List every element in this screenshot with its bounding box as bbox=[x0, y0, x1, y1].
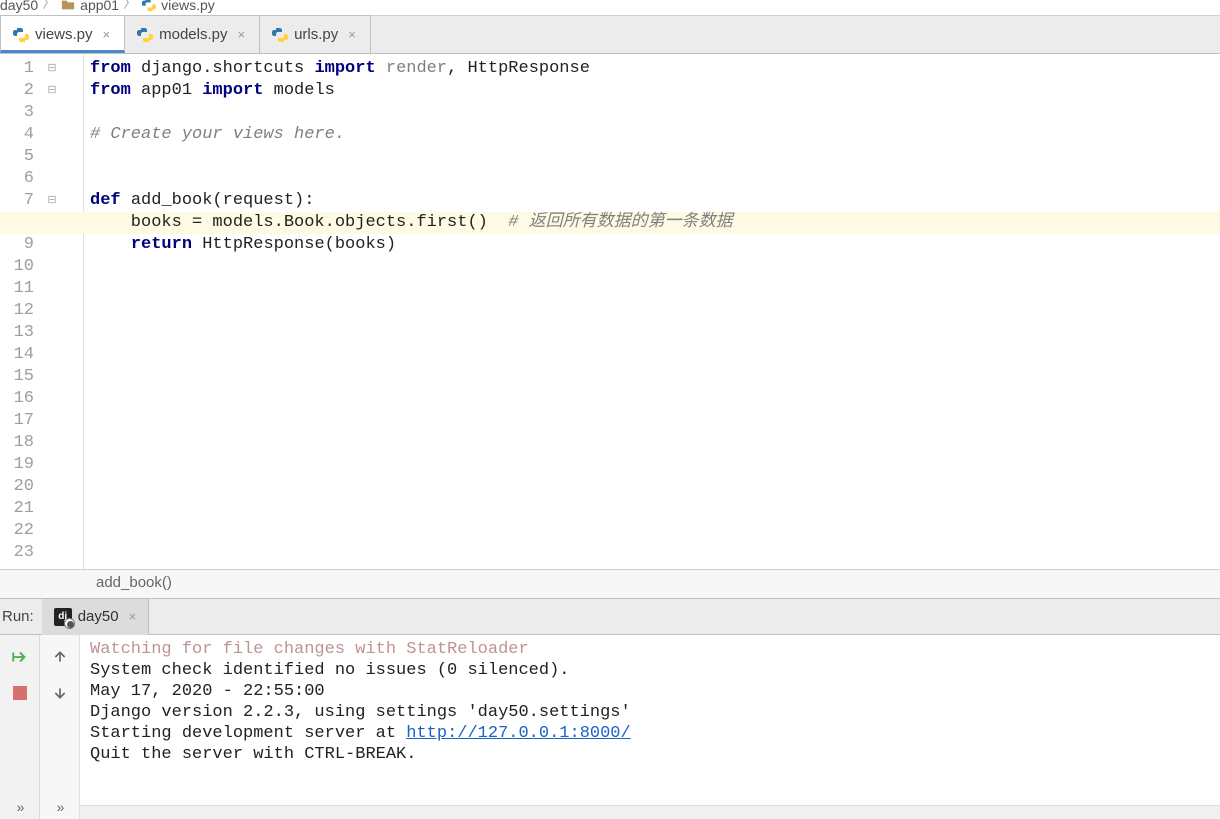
code-content[interactable]: from django.shortcuts import render, Htt… bbox=[84, 54, 1220, 569]
breadcrumb: day50 〉 app01 〉 views.py bbox=[0, 0, 1220, 16]
line-number-gutter: 1234567891011121314151617181920212223 bbox=[0, 54, 44, 569]
fold-gutter: ⊟⊟⊟ bbox=[44, 54, 60, 569]
tab-label: models.py bbox=[159, 26, 227, 43]
close-icon[interactable]: × bbox=[238, 27, 246, 42]
breadcrumb-label: day50 bbox=[0, 0, 38, 13]
more-icon[interactable]: » bbox=[48, 795, 72, 819]
scroll-up-icon[interactable] bbox=[48, 645, 72, 669]
close-icon[interactable]: × bbox=[348, 27, 356, 42]
run-label: Run: bbox=[0, 608, 42, 625]
code-editor[interactable]: 1234567891011121314151617181920212223 ⊟⊟… bbox=[0, 54, 1220, 569]
python-file-icon bbox=[137, 27, 153, 43]
scroll-down-icon[interactable] bbox=[48, 681, 72, 705]
tab-urls[interactable]: urls.py × bbox=[259, 15, 371, 53]
python-file-icon bbox=[272, 27, 288, 43]
breadcrumb-item[interactable]: app01 bbox=[60, 0, 119, 13]
tab-label: views.py bbox=[35, 26, 93, 43]
editor-tabs: views.py × models.py × urls.py × bbox=[0, 16, 1220, 54]
run-header: Run: dj day50 × bbox=[0, 599, 1220, 635]
run-toolbar-inner: » bbox=[40, 635, 80, 819]
python-file-icon bbox=[141, 0, 157, 13]
folder-icon bbox=[60, 0, 76, 13]
breadcrumb-separator: 〉 bbox=[123, 0, 137, 13]
breadcrumb-label: views.py bbox=[161, 0, 215, 13]
tab-views[interactable]: views.py × bbox=[0, 15, 125, 53]
run-config-label: day50 bbox=[78, 608, 119, 625]
run-toolbar-left: » bbox=[0, 635, 40, 819]
breadcrumb-separator: 〉 bbox=[42, 0, 56, 13]
close-icon[interactable]: × bbox=[103, 27, 111, 42]
run-tool-window: Run: dj day50 × » » bbox=[0, 599, 1220, 819]
console-output[interactable]: Watching for file changes with StatReloa… bbox=[80, 635, 1220, 801]
tab-models[interactable]: models.py × bbox=[124, 15, 260, 53]
django-icon: dj bbox=[54, 608, 72, 626]
rerun-icon[interactable] bbox=[8, 645, 32, 669]
close-icon[interactable]: × bbox=[129, 609, 137, 624]
breadcrumb-item[interactable]: day50 bbox=[0, 0, 38, 13]
stop-icon[interactable] bbox=[8, 681, 32, 705]
more-icon[interactable]: » bbox=[8, 795, 32, 819]
horizontal-scrollbar[interactable] bbox=[80, 805, 1220, 819]
breadcrumb-item[interactable]: views.py bbox=[141, 0, 215, 13]
breadcrumb-label: app01 bbox=[80, 0, 119, 13]
tab-label: urls.py bbox=[294, 26, 338, 43]
console-link[interactable]: http://127.0.0.1:8000/ bbox=[406, 724, 630, 743]
run-config-tab[interactable]: dj day50 × bbox=[42, 599, 149, 635]
editor-context-crumb[interactable]: add_book() bbox=[0, 569, 1220, 599]
python-file-icon bbox=[13, 27, 29, 43]
